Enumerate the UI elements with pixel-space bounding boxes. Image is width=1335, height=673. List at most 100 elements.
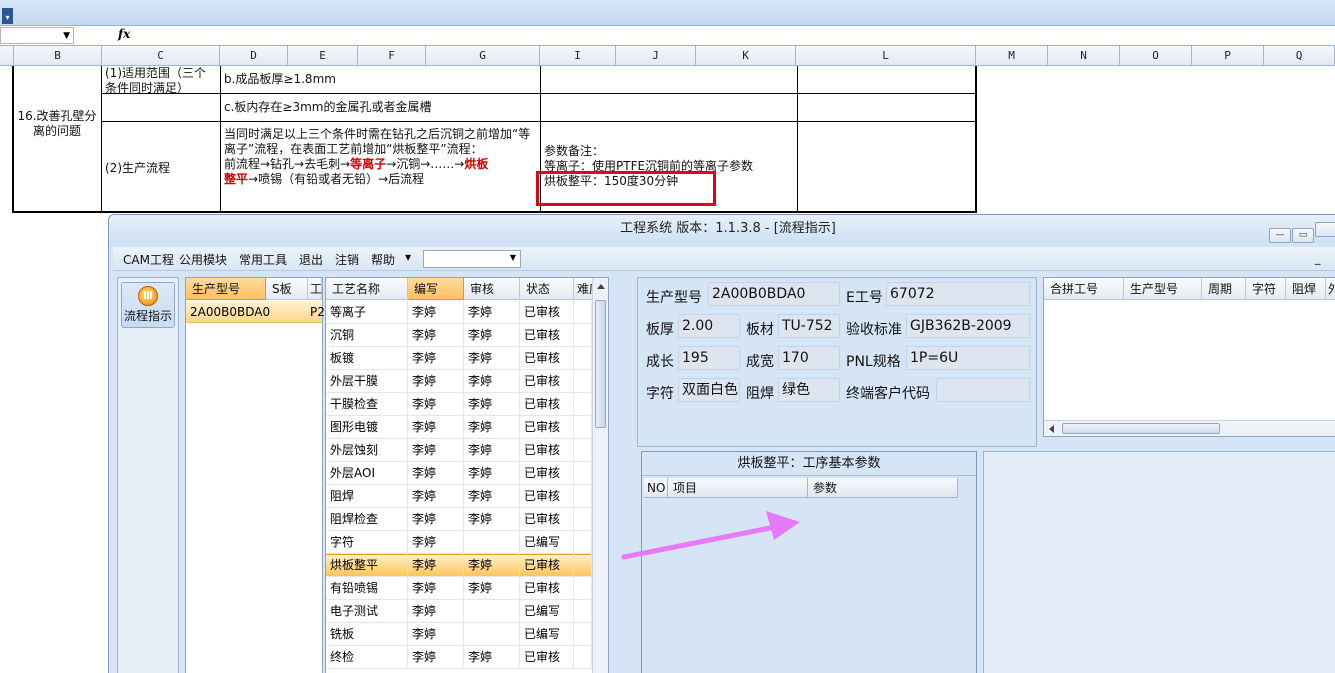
column-header[interactable]: J (616, 46, 696, 66)
status-cell: 已编写 (520, 600, 574, 623)
standard-field[interactable]: GJB362B-2009 (906, 314, 1030, 338)
restore-button[interactable]: ▭ (1292, 228, 1314, 243)
column-header[interactable]: C (102, 46, 220, 66)
menu-common-tools[interactable]: 常用工具 (239, 251, 287, 268)
window-titlebar[interactable]: 工程系统 版本：1.1.3.8 - [流程指示] — ▭ (109, 215, 1335, 243)
table-row[interactable]: 外层干膜 李婷 李婷 已审核 (326, 370, 592, 393)
menu-exit[interactable]: 退出 (299, 251, 323, 268)
product-info-panel: 生产型号 2A00B0BDA0 E工号 67072 板厚 2.00 板材 TU-… (637, 277, 1037, 447)
column-header[interactable]: D (220, 46, 288, 66)
table-row[interactable]: 等离子 李婷 李婷 已审核 (326, 301, 592, 324)
column-header[interactable]: O (1120, 46, 1192, 66)
proc-header-name[interactable]: 工艺名称 (326, 278, 408, 300)
column-header[interactable]: G (426, 46, 540, 66)
table-row[interactable]: 阻焊 李婷 李婷 已审核 (326, 485, 592, 508)
table-row[interactable]: 终检 李婷 李婷 已审核 (326, 646, 592, 669)
merge-hscrollbar[interactable] (1044, 420, 1335, 436)
writer-cell: 李婷 (408, 393, 464, 416)
quick-access-dropdown-icon[interactable]: ▾ (2, 8, 13, 24)
column-header[interactable]: I (540, 46, 616, 66)
proc-header-reviewer[interactable]: 审核 (464, 278, 520, 300)
param-header-item[interactable]: 项目 (668, 478, 808, 498)
reviewer-cell: 李婷 (464, 416, 520, 439)
fx-icon[interactable]: fx (118, 27, 130, 41)
menu-combo-box[interactable]: ▼ (423, 250, 521, 268)
combo-dropdown-icon[interactable]: ▼ (510, 253, 516, 262)
scroll-left-icon[interactable] (1049, 425, 1054, 433)
table-row[interactable]: 板镀 李婷 李婷 已审核 (326, 347, 592, 370)
merge-header-trunc[interactable]: 外 (1326, 278, 1335, 300)
table-row[interactable]: 沉铜 李婷 李婷 已审核 (326, 324, 592, 347)
prod-header-s[interactable]: S板 (266, 278, 308, 300)
scroll-thumb[interactable] (595, 300, 606, 428)
cell-border (102, 121, 976, 122)
table-row[interactable]: 2A00B0BDA0 P2 (186, 301, 325, 323)
scroll-thumb[interactable] (1062, 423, 1220, 434)
merge-header-model[interactable]: 生产型号 (1124, 278, 1202, 300)
mdi-minimize-icon[interactable]: _ (1315, 252, 1321, 265)
cell-condition-c[interactable]: c.板内存在≥3mm的金属孔或者金属槽 (221, 99, 539, 116)
column-header[interactable]: K (696, 46, 796, 66)
thickness-field[interactable]: 2.00 (678, 314, 740, 338)
material-field[interactable]: TU-752 (778, 314, 840, 338)
help-dropdown-icon[interactable]: ▼ (405, 253, 411, 262)
prod-header-model[interactable]: 生产型号 (186, 278, 266, 300)
table-row[interactable]: 铣板 李婷 已编写 (326, 623, 592, 646)
silkscreen-field[interactable]: 双面白色 (678, 378, 740, 402)
column-header-a[interactable] (0, 46, 14, 66)
merge-header-job[interactable]: 合拼工号 (1044, 278, 1124, 300)
length-field[interactable]: 195 (678, 346, 740, 370)
column-header[interactable]: E (288, 46, 358, 66)
column-header[interactable]: N (1048, 46, 1120, 66)
pnl-field[interactable]: 1P=6U (906, 346, 1030, 370)
process-scrollbar[interactable] (592, 278, 608, 673)
column-header[interactable]: M (976, 46, 1048, 66)
menu-help[interactable]: 帮助 (371, 251, 395, 268)
merge-header-mask[interactable]: 阻焊 (1286, 278, 1326, 300)
cell-flow-label[interactable]: (2)生产流程 (102, 160, 220, 177)
column-header[interactable]: L (796, 46, 976, 66)
table-row[interactable]: 烘板整平 李婷 李婷 已审核 (326, 554, 592, 577)
table-row[interactable]: 字符 李婷 已编写 (326, 531, 592, 554)
cell-flow-text[interactable]: 当同时满足以上三个条件时需在钻孔之后沉铜之前增加“等离子”流程，在表面工艺前增加… (221, 126, 539, 188)
cell-scope-label[interactable]: (1)适用范围（三个条件同时满足） (102, 65, 220, 97)
table-row[interactable]: 外层AOI 李婷 李婷 已审核 (326, 462, 592, 485)
table-row[interactable]: 有铅喷锡 李婷 李婷 已审核 (326, 577, 592, 600)
process-name-cell: 终检 (326, 646, 408, 669)
customer-code-field[interactable] (936, 378, 1030, 402)
proc-header-status[interactable]: 状态 (520, 278, 574, 300)
menu-cam[interactable]: CAM工程 (123, 251, 174, 268)
name-box-dropdown-icon[interactable]: ▼ (63, 31, 70, 41)
difficulty-cell (574, 301, 592, 324)
table-row[interactable]: 阻焊检查 李婷 李婷 已审核 (326, 508, 592, 531)
table-row[interactable]: 图形电镀 李婷 李婷 已审核 (326, 416, 592, 439)
column-header[interactable]: Q (1264, 46, 1335, 66)
minimize-button[interactable]: — (1269, 228, 1291, 243)
width-field[interactable]: 170 (778, 346, 840, 370)
status-cell: 已审核 (520, 370, 574, 393)
nav-flow-instruction-button[interactable]: Ⅲ 流程指示 (121, 282, 175, 328)
close-button[interactable] (1315, 222, 1335, 237)
name-box[interactable]: ▼ (0, 27, 74, 44)
column-header[interactable]: F (358, 46, 426, 66)
column-header[interactable]: B (14, 46, 102, 66)
menu-common-modules[interactable]: 公用模块 (179, 251, 227, 268)
table-row[interactable]: 电子测试 李婷 已编写 (326, 600, 592, 623)
param-header-value[interactable]: 参数 (808, 478, 958, 498)
merge-header-silkscreen[interactable]: 字符 (1246, 278, 1286, 300)
cell-condition-b[interactable]: b.成品板厚≥1.8mm (221, 71, 539, 88)
e-number-field[interactable]: 67072 (886, 282, 1030, 306)
menu-logout[interactable]: 注销 (335, 251, 359, 268)
merge-header-period[interactable]: 周期 (1202, 278, 1246, 300)
table-row[interactable]: 外层蚀刻 李婷 李婷 已审核 (326, 439, 592, 462)
param-header-no[interactable]: NO (644, 478, 668, 498)
prod-header-trunc[interactable]: 工 (308, 278, 322, 300)
model-field[interactable]: 2A00B0BDA0 (708, 282, 840, 306)
status-cell: 已审核 (520, 577, 574, 600)
solder-mask-field[interactable]: 绿色 (778, 378, 840, 402)
proc-header-writer[interactable]: 编写 (408, 278, 464, 300)
column-header[interactable]: P (1192, 46, 1264, 66)
table-row[interactable]: 干膜检查 李婷 李婷 已审核 (326, 393, 592, 416)
scroll-up-icon[interactable] (597, 284, 605, 289)
cell-item-title[interactable]: 16.改善孔壁分离的问题 (14, 108, 100, 140)
